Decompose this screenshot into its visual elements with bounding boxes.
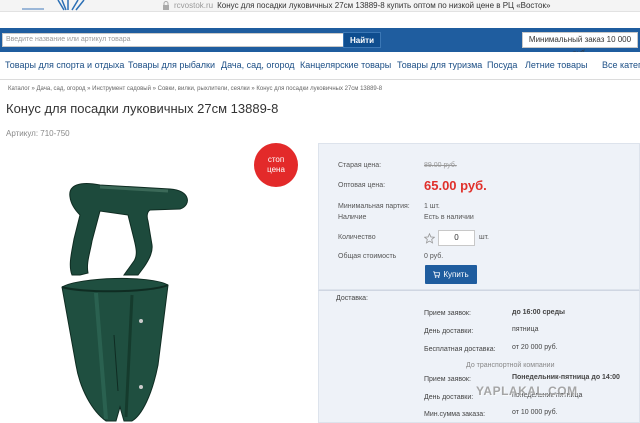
availability-value: Есть в наличии — [424, 214, 474, 221]
old-price-label: Старая цена: — [338, 162, 382, 169]
sale-badge: стоп цена — [254, 143, 298, 187]
quantity-input[interactable]: 0 — [438, 230, 475, 246]
wholesale-price: 65.00 руб. — [424, 178, 487, 193]
min-batch-label: Минимальная партия: — [338, 203, 410, 210]
order-intake-label: Прием заявок: — [424, 310, 471, 317]
nav-item-fishing[interactable]: Товары для рыбалки — [128, 60, 215, 70]
sale-badge-line1: стоп — [267, 155, 285, 164]
favorite-star-icon[interactable] — [424, 233, 435, 244]
sale-badge-line2: цена — [267, 165, 285, 174]
browser-domain: rcvostok.ru — [174, 1, 214, 10]
nav-item-tourism[interactable]: Товары для туризма — [397, 60, 482, 70]
tc-min-sum-value: от 10 000 руб. — [512, 409, 558, 416]
browser-title: Конус для посадки луковичных 27см 13889-… — [217, 1, 551, 10]
wholesale-price-label: Оптовая цена: — [338, 182, 386, 189]
cart-icon — [433, 271, 441, 278]
quantity-label: Количество — [338, 234, 376, 241]
nav-item-summer[interactable]: Летние товары — [525, 60, 587, 70]
transport-company-note: До транспортной компании — [466, 362, 555, 369]
nav-item-stationery[interactable]: Канцелярские товары — [300, 60, 391, 70]
lock-icon — [163, 1, 169, 10]
site-logo[interactable] — [18, 0, 118, 12]
buy-button[interactable]: Купить — [425, 265, 477, 284]
product-article: Артикул: 710-750 — [6, 129, 70, 138]
breadcrumb[interactable]: Каталог » Дача, сад, огород » Инструмент… — [8, 86, 382, 92]
search-input[interactable]: Введите название или артикул товара — [2, 33, 344, 47]
category-nav: Товары для спорта и отдыха Товары для ры… — [0, 52, 640, 80]
search-button[interactable]: Найти — [343, 32, 381, 48]
old-price: 89.00 руб. — [424, 162, 457, 169]
product-image — [61, 183, 188, 422]
total-label: Общая стоимость — [338, 253, 397, 260]
watermark: YAPLAKAL.COM — [476, 384, 578, 398]
tc-order-intake-label: Прием заявок: — [424, 376, 471, 383]
delivery-day-label: День доставки: — [424, 328, 474, 335]
total-value: 0 руб. — [424, 253, 444, 260]
order-intake-value: до 16:00 среды — [512, 309, 565, 316]
availability-label: Наличие — [338, 214, 367, 221]
tc-min-sum-label: Мин.сумма заказа: — [424, 411, 486, 418]
browser-tab-bar: rcvostok.ru Конус для посадки луковичных … — [0, 0, 640, 12]
free-delivery-value: от 20 000 руб. — [512, 344, 558, 351]
buy-button-label: Купить — [443, 270, 469, 279]
tc-delivery-day-label: День доставки: — [424, 394, 474, 401]
page-title: Конус для посадки луковичных 27см 13889-… — [6, 101, 279, 116]
min-order-notice: Минимальный заказ 10 000 руб. — [522, 32, 638, 58]
nav-item-sport[interactable]: Товары для спорта и отдыха — [5, 60, 124, 70]
delivery-title: Доставка: — [336, 295, 369, 302]
tc-order-intake-value: Понедельник-пятница до 14:00 — [512, 374, 620, 381]
nav-item-all[interactable]: Все катего — [602, 60, 640, 70]
delivery-panel — [318, 290, 640, 423]
page-tab-title: rcvostok.ru Конус для посадки луковичных … — [174, 0, 550, 11]
min-batch-value: 1 шт. — [424, 203, 440, 210]
free-delivery-label: Бесплатная доставка: — [424, 346, 496, 353]
nav-item-garden[interactable]: Дача, сад, огород — [221, 60, 295, 70]
delivery-day-value: пятница — [512, 326, 539, 333]
quantity-unit: шт. — [479, 234, 489, 241]
nav-item-dishes[interactable]: Посуда — [487, 60, 517, 70]
